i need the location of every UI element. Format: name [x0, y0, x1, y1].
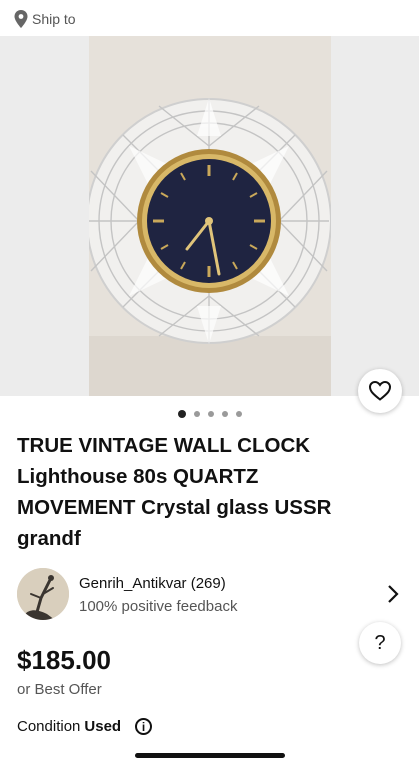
heart-icon: [369, 381, 391, 401]
gallery-pagination: [0, 410, 419, 418]
seller-name[interactable]: Genrih_Antikvar (269): [79, 575, 226, 592]
watch-button[interactable]: [358, 369, 402, 413]
image-gallery[interactable]: [0, 36, 419, 396]
seller-row[interactable]: Genrih_Antikvar (269) 100% positive feed…: [17, 568, 407, 622]
location-pin-icon: [14, 10, 28, 28]
home-indicator[interactable]: [135, 753, 285, 758]
seller-avatar: [17, 568, 69, 620]
ship-to[interactable]: Ship to: [14, 8, 76, 30]
product-image[interactable]: [89, 36, 331, 396]
best-offer-text: or Best Offer: [17, 681, 102, 698]
condition-label: Condition: [17, 718, 81, 735]
seller-feedback: 100% positive feedback: [79, 598, 238, 615]
ship-to-label: Ship to: [32, 11, 76, 27]
condition-row: Condition Used i: [17, 718, 153, 735]
condition-value: Used: [84, 718, 122, 735]
price: $185.00: [17, 645, 111, 675]
pagination-dot[interactable]: [235, 411, 242, 417]
pagination-dot[interactable]: [177, 410, 186, 418]
pagination-dot[interactable]: [221, 411, 228, 417]
chevron-right-icon[interactable]: [387, 584, 399, 604]
clock-photo: [89, 36, 331, 396]
help-button[interactable]: ?: [359, 622, 401, 664]
help-icon: ?: [374, 631, 386, 654]
pagination-dot[interactable]: [207, 411, 214, 417]
pagination-dot[interactable]: [193, 411, 200, 417]
listing-title: TRUE VINTAGE WALL CLOCK Lighthouse 80s Q…: [17, 434, 332, 550]
info-icon[interactable]: i: [135, 718, 153, 735]
